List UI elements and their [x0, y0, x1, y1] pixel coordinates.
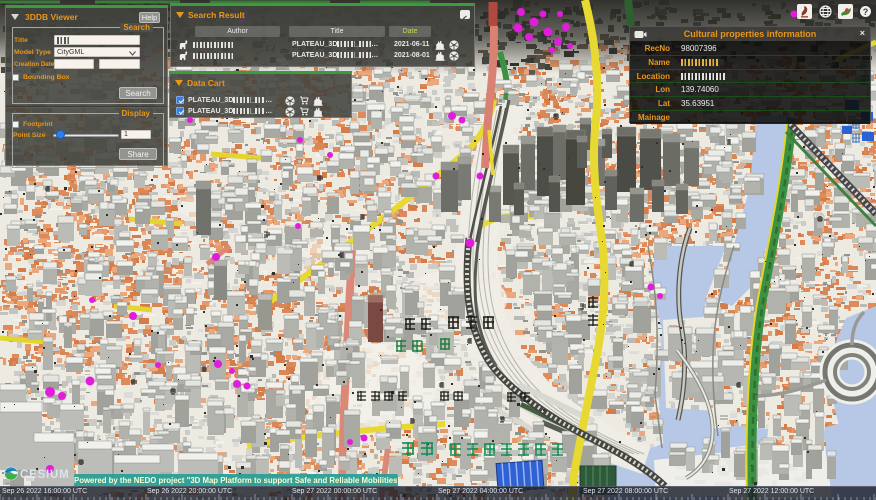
svg-text:CESIUM: CESIUM [20, 469, 70, 481]
svg-text:?: ? [863, 7, 869, 17]
